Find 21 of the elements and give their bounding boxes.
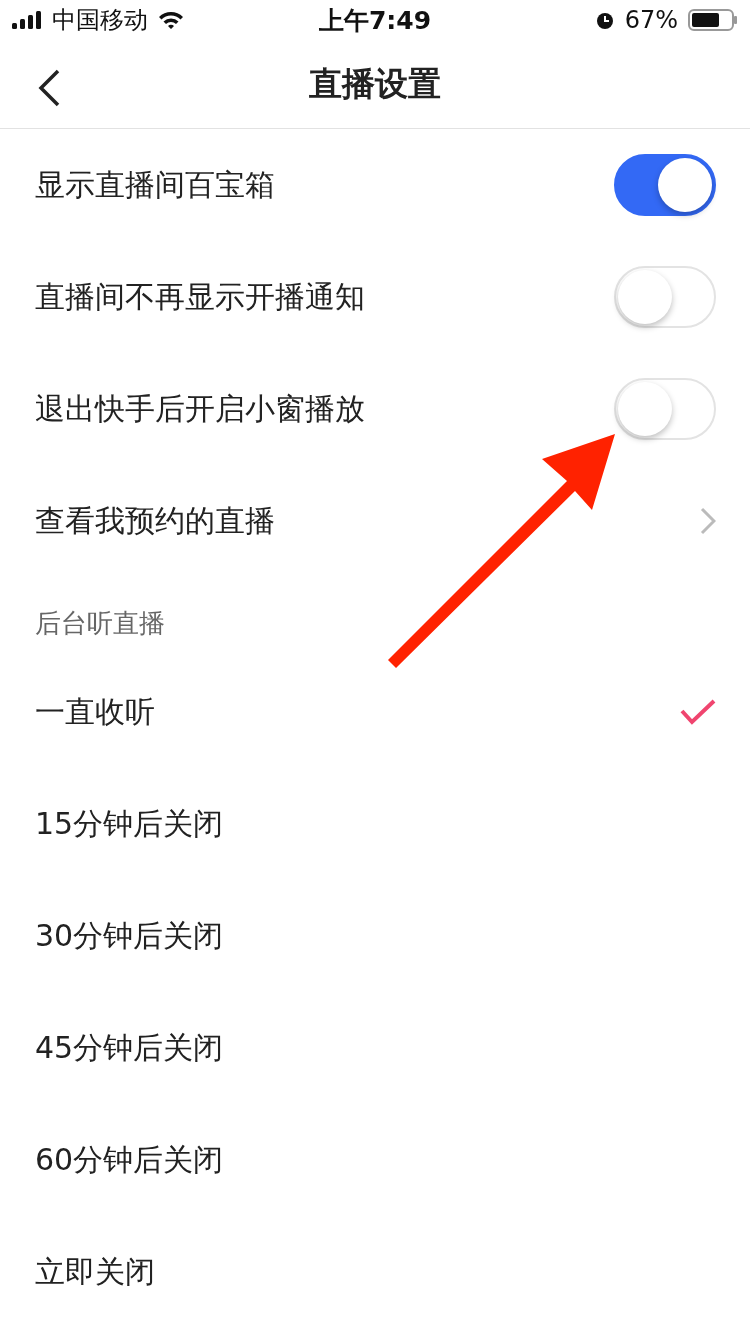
section-header: 后台听直播: [35, 607, 165, 640]
option-label[interactable]: 15分钟后关闭: [35, 803, 224, 845]
setting-label: 直播间不再显示开播通知: [35, 277, 365, 316]
setting-label: 退出快手后开启小窗播放: [35, 389, 365, 428]
option-label[interactable]: 立即关闭: [35, 1251, 155, 1293]
carrier-name: 中国移动: [52, 5, 148, 36]
signal-icon: [12, 11, 42, 29]
option-label[interactable]: 60分钟后关闭: [35, 1139, 224, 1181]
wifi-icon: [158, 10, 184, 30]
setting-label: 显示直播间百宝箱: [35, 165, 275, 204]
page-title: 直播设置: [309, 62, 441, 105]
battery-icon: [688, 9, 738, 31]
alarm-icon: [594, 10, 615, 30]
option-label[interactable]: 45分钟后关闭: [35, 1027, 224, 1069]
battery-percent: 67%: [624, 6, 678, 34]
setting-label: 查看我预约的直播: [35, 501, 275, 540]
option-label[interactable]: 一直收听: [35, 691, 155, 733]
chevron-right-icon[interactable]: [700, 507, 716, 535]
status-time: 上午7:49: [318, 4, 432, 37]
toggle-switch[interactable]: [614, 154, 716, 216]
option-label[interactable]: 30分钟后关闭: [35, 915, 224, 957]
